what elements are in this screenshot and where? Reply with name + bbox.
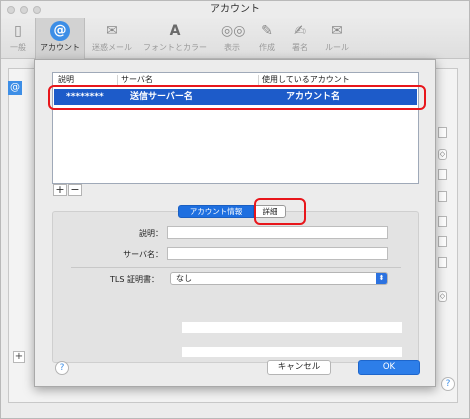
background-field [438,236,447,247]
background-help-button: ? [441,377,455,391]
tab-account-info[interactable]: アカウント情報 [178,205,254,218]
toolbar-item-viewing[interactable]: ◎◎ 表示 [215,18,249,59]
signature-icon: ✍ [294,23,306,39]
smtp-server-sheet: 説明 サーバ名 使用しているアカウント ******** 送信サーバー名 アカウ… [34,59,436,387]
description-label: 説明： [139,229,163,238]
cancel-button[interactable]: キャンセル [267,360,331,375]
chevron-updown-icon: ⬍ [376,273,387,284]
background-field [438,191,447,202]
description-field[interactable] [167,226,388,239]
fonts-colors-icon: A [169,23,181,39]
background-add-account-button: + [13,351,25,363]
toolbar-item-fonts-colors[interactable]: A フォントとカラー [139,18,211,59]
background-field [438,216,447,227]
form-divider [71,267,401,268]
hidden-field [182,322,402,333]
viewing-icon: ◎◎ [221,23,246,39]
rules-icon: ✉ [331,23,343,39]
preferences-toolbar: ▯ 一般 @ アカウント ✉ 迷惑メール A フォントとカラー ◎◎ 表示 ✎ … [1,18,469,59]
ok-button[interactable]: OK [358,360,420,375]
window-titlebar: アカウント [1,1,469,18]
background-field [438,127,447,138]
general-icon: ▯ [14,23,22,39]
server-name-field[interactable] [167,247,388,260]
selected-row-highlight [48,85,426,110]
background-stepper: ◇ [438,149,447,160]
composing-icon: ✎ [261,23,273,39]
toolbar-item-composing[interactable]: ✎ 作成 [251,18,283,59]
background-field [438,257,447,268]
hidden-field [182,347,402,357]
account-list-at-icon: @ [8,81,22,95]
background-stepper: ◇ [438,291,447,302]
toolbar-item-junk-mail[interactable]: ✉ 迷惑メール [86,18,138,59]
close-window-icon[interactable] [7,6,15,14]
remove-server-button[interactable]: − [68,184,82,196]
tls-certificate-label: TLS 証明書： [110,275,159,284]
detail-tab-highlight [254,198,306,225]
minimize-window-icon[interactable] [20,6,28,14]
window-title: アカウント [210,4,260,15]
background-field [438,169,447,180]
help-button[interactable]: ? [55,361,69,375]
tls-certificate-select[interactable]: なし ⬍ [170,272,388,285]
zoom-window-icon[interactable] [33,6,41,14]
preferences-window: アカウント ▯ 一般 @ アカウント ✉ 迷惑メール A フォントとカラー ◎◎… [0,0,470,419]
server-name-label: サーバ名： [123,250,163,259]
toolbar-item-signatures[interactable]: ✍ 署名 [283,18,317,59]
at-icon: @ [50,21,70,41]
tls-certificate-value: なし [176,274,192,283]
smtp-server-table: 説明 サーバ名 使用しているアカウント ******** 送信サーバー名 アカウ… [48,72,426,184]
toolbar-item-general[interactable]: ▯ 一般 [1,18,35,59]
add-server-button[interactable]: + [53,184,67,196]
toolbar-item-accounts[interactable]: @ アカウント [35,18,85,59]
junk-mail-icon: ✉ [106,23,118,39]
toolbar-item-rules[interactable]: ✉ ルール [319,18,355,59]
